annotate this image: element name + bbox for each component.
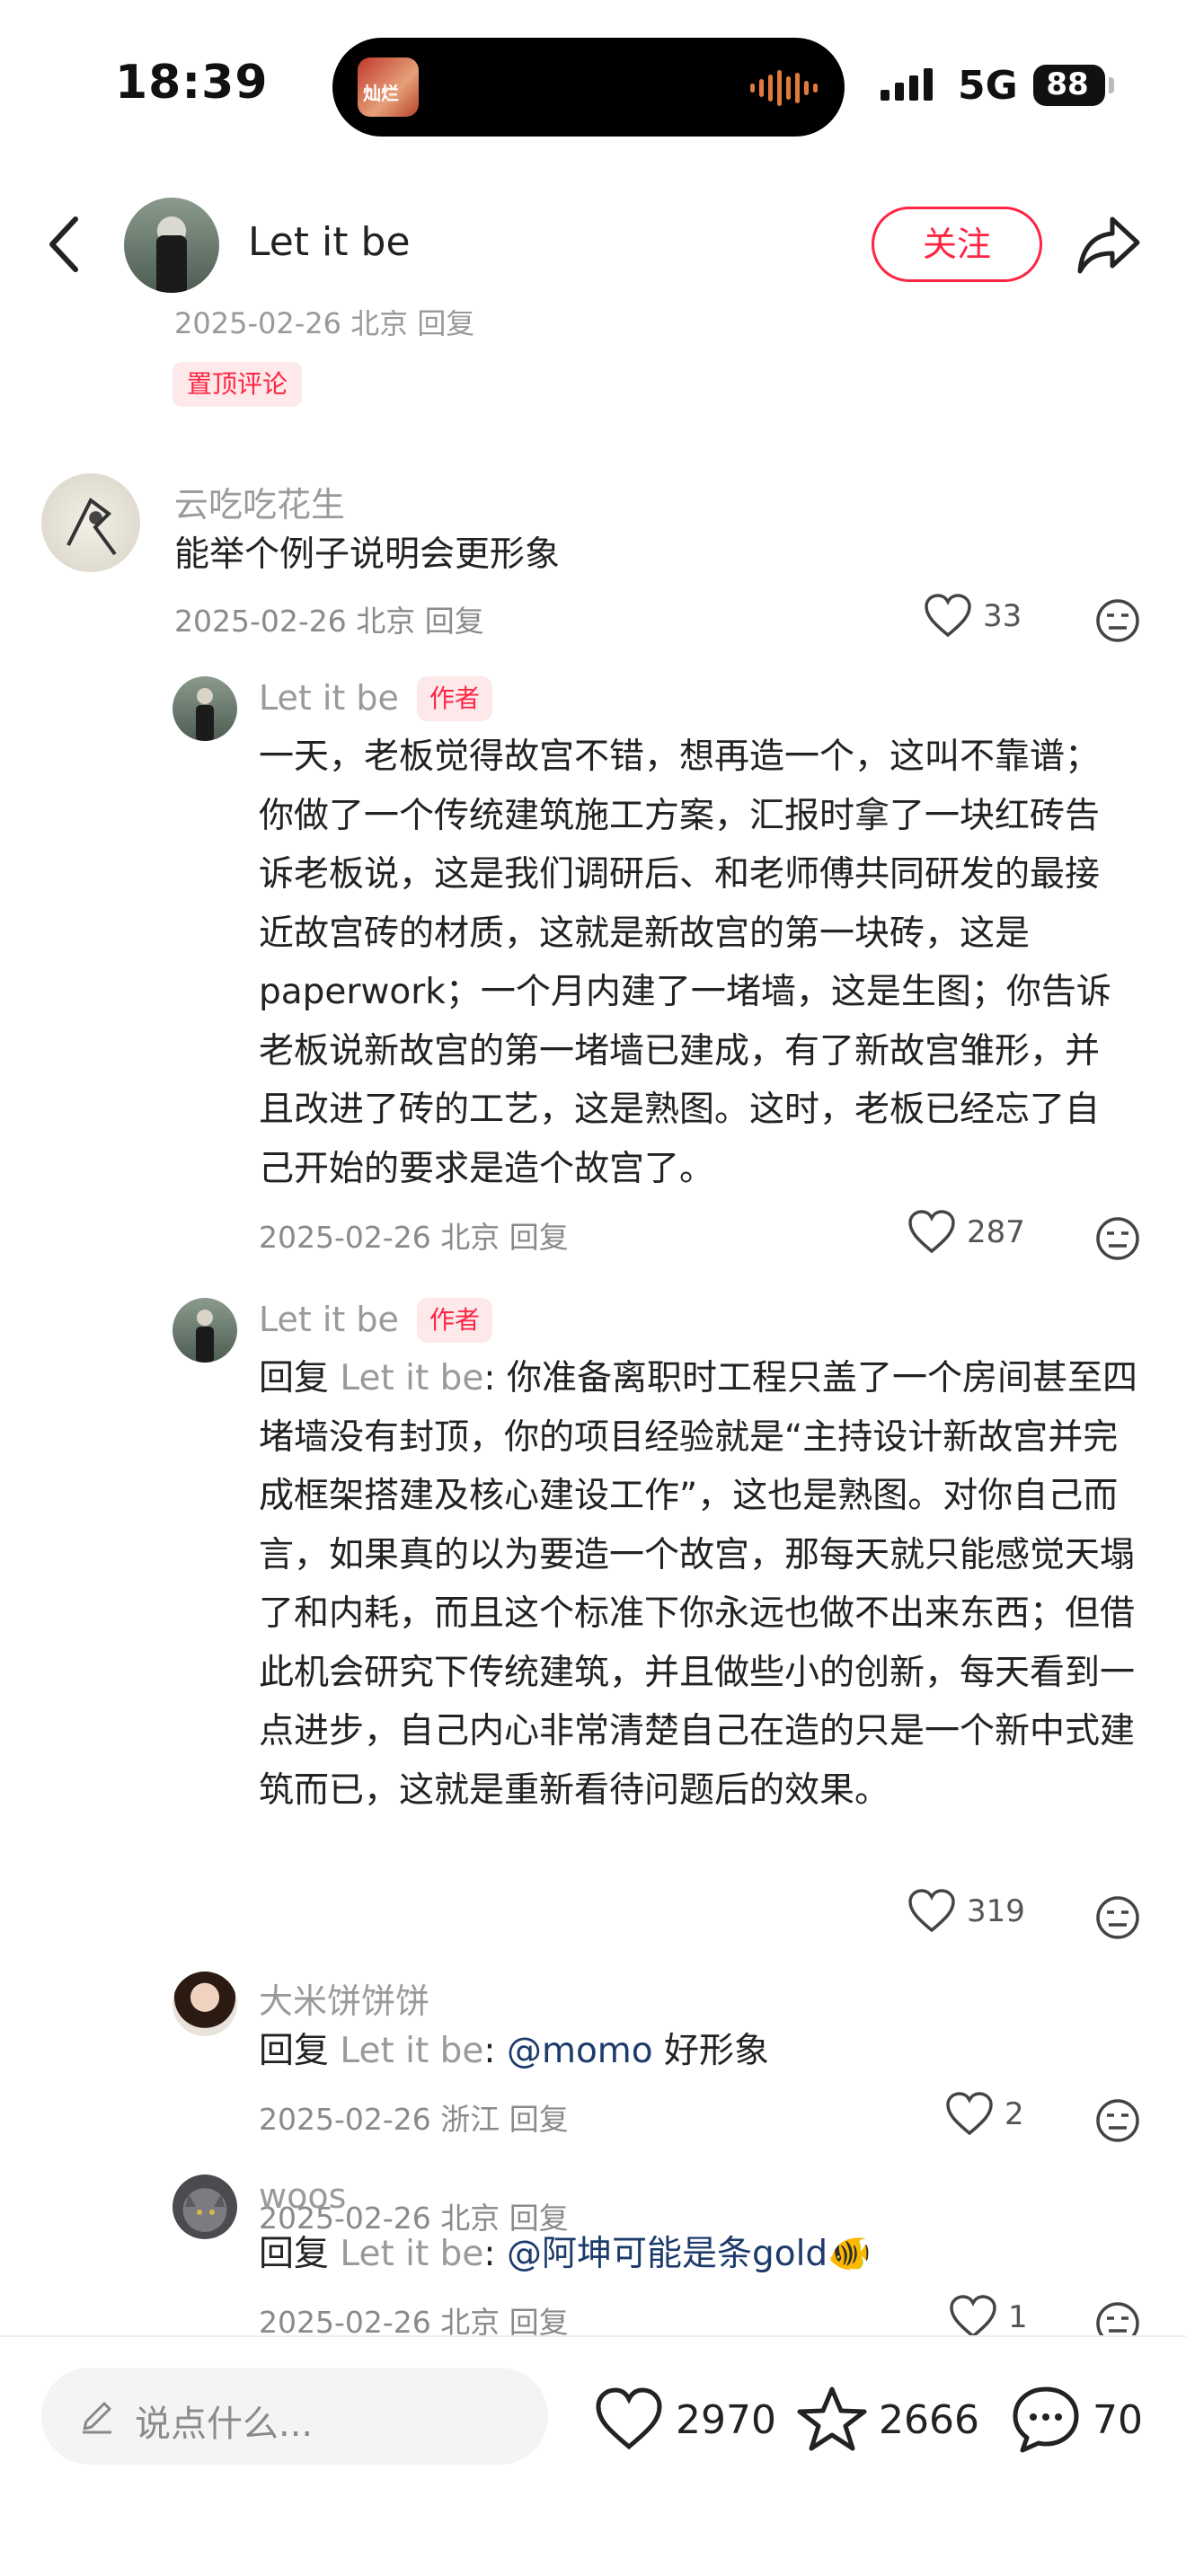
reply-target[interactable]: Let it be bbox=[340, 2234, 483, 2274]
follow-button[interactable]: 关注 bbox=[872, 207, 1042, 282]
comment-text: 能举个例子说明会更形象 bbox=[174, 534, 561, 575]
author-badge: 作者 bbox=[417, 676, 493, 721]
reply-avatar[interactable] bbox=[173, 1972, 237, 2036]
reply-avatar[interactable] bbox=[173, 2175, 237, 2239]
network-type: 5G bbox=[958, 63, 1018, 109]
dislike-icon[interactable] bbox=[1094, 1894, 1141, 1941]
like-button[interactable]: 2 bbox=[945, 2092, 1024, 2137]
now-playing-thumbnail: 灿烂 bbox=[358, 57, 419, 117]
like-count: 1 bbox=[1008, 2299, 1028, 2335]
post-collect-count: 2666 bbox=[879, 2396, 979, 2443]
comment-bubble-icon bbox=[1013, 2386, 1079, 2453]
heart-icon bbox=[946, 2092, 993, 2136]
mention-link[interactable]: @阿坤可能是条gold bbox=[507, 2234, 828, 2274]
reply-link[interactable]: 回复 bbox=[425, 604, 484, 639]
fish-emoji: 🐠 bbox=[828, 2234, 872, 2274]
reply-text: 一天，老板觉得故宫不错，想再造一个，这叫不靠谱；你做了一个传统建筑施工方案，汇报… bbox=[259, 737, 1111, 1189]
star-icon bbox=[797, 2386, 867, 2451]
pinned-comment-tag: 置顶评论 bbox=[173, 362, 303, 407]
status-time: 18:39 bbox=[115, 56, 269, 110]
like-count: 319 bbox=[967, 1893, 1025, 1929]
reply-author-name[interactable]: Let it be bbox=[259, 1300, 399, 1339]
author-name[interactable]: Let it be bbox=[248, 219, 411, 265]
pen-icon bbox=[83, 2402, 111, 2434]
heart-icon bbox=[596, 2387, 662, 2450]
like-button[interactable]: 1 bbox=[949, 2295, 1028, 2335]
like-count: 33 bbox=[983, 598, 1022, 634]
reply-avatar[interactable] bbox=[173, 676, 237, 741]
comment-input[interactable]: 说点什么... bbox=[41, 2368, 548, 2465]
heart-icon bbox=[925, 594, 971, 638]
header: Let it be 关注 bbox=[0, 180, 1186, 310]
post-comment-button[interactable]: 70 bbox=[1010, 2384, 1143, 2456]
reply-text: 回复 Let it be: @momo 好形象 bbox=[259, 2031, 770, 2071]
dynamic-island[interactable]: 灿烂 bbox=[332, 38, 845, 137]
battery-tip bbox=[1109, 77, 1114, 93]
heart-icon bbox=[908, 1889, 955, 1933]
author-avatar[interactable] bbox=[124, 198, 219, 293]
pinned-comment-meta: 2025-02-26 北京 回复 bbox=[174, 310, 475, 340]
dislike-icon[interactable] bbox=[1094, 597, 1141, 644]
heart-icon bbox=[908, 1210, 955, 1254]
back-arrow-icon[interactable] bbox=[40, 212, 93, 277]
post-like-button[interactable]: 2970 bbox=[593, 2384, 776, 2456]
commenter-avatar[interactable] bbox=[41, 473, 140, 572]
reply-author-name[interactable]: 大米饼饼饼 bbox=[259, 1973, 429, 2023]
cellular-signal-icon bbox=[881, 68, 933, 101]
like-button[interactable]: 287 bbox=[907, 1210, 1025, 1255]
dislike-icon[interactable] bbox=[1094, 1215, 1141, 1262]
post-collect-button[interactable]: 2666 bbox=[796, 2384, 979, 2456]
reply-author-name[interactable]: woos bbox=[259, 2176, 346, 2216]
post-like-count: 2970 bbox=[676, 2396, 776, 2443]
commenter-name[interactable]: 云吃吃花生 bbox=[174, 477, 345, 526]
comment-meta: 2025-02-26 北京 回复 bbox=[174, 604, 484, 639]
reply-link[interactable]: 回复 bbox=[509, 1220, 569, 1255]
audio-waveform-icon bbox=[750, 70, 818, 106]
reply-link[interactable]: 回复 bbox=[509, 2102, 569, 2137]
like-button[interactable]: 33 bbox=[924, 594, 1022, 639]
post-comment-count: 70 bbox=[1093, 2396, 1143, 2443]
reply-text: 回复 Let it be: @阿坤可能是条gold🐠 bbox=[259, 2234, 872, 2274]
reply-meta: 2025-02-26 北京 回复 bbox=[259, 2298, 569, 2335]
like-button[interactable]: 319 bbox=[907, 1889, 1025, 1934]
reply-author-name[interactable]: Let it be bbox=[259, 678, 399, 718]
like-count: 287 bbox=[967, 1214, 1025, 1250]
like-count: 2 bbox=[1005, 2096, 1024, 2132]
reply-meta: 2025-02-26 浙江 回复 bbox=[259, 2102, 569, 2137]
bottom-action-bar: 说点什么... 2970 2666 70 bbox=[0, 2335, 1186, 2576]
author-badge: 作者 bbox=[417, 1298, 493, 1343]
reply-link[interactable]: 回复 bbox=[509, 2305, 569, 2335]
reply-target[interactable]: Let it be bbox=[340, 2031, 483, 2071]
reply-avatar[interactable] bbox=[173, 1298, 237, 1363]
mention-link[interactable]: @momo bbox=[507, 2031, 653, 2071]
battery-icon: 88 bbox=[1033, 65, 1105, 106]
reply-meta: 2025-02-26 北京 回复 bbox=[259, 1220, 569, 1255]
heart-icon bbox=[950, 2295, 996, 2335]
reply-text: 回复 Let it be: 你准备离职时工程只盖了一个房间甚至四堵墙没有封顶，你… bbox=[259, 1358, 1137, 1811]
reply-target[interactable]: Let it be bbox=[340, 1358, 483, 1398]
dislike-icon[interactable] bbox=[1094, 2097, 1141, 2144]
dislike-icon[interactable] bbox=[1094, 2300, 1141, 2335]
comment-input-placeholder: 说点什么... bbox=[135, 2404, 314, 2445]
comment-list[interactable]: 2025-02-26 北京 回复 置顶评论 云吃吃花生 能举个例子说明会更形象 … bbox=[0, 310, 1186, 2335]
share-icon[interactable] bbox=[1075, 210, 1143, 278]
status-bar: 18:39 灿烂 5G 88 bbox=[0, 0, 1186, 171]
